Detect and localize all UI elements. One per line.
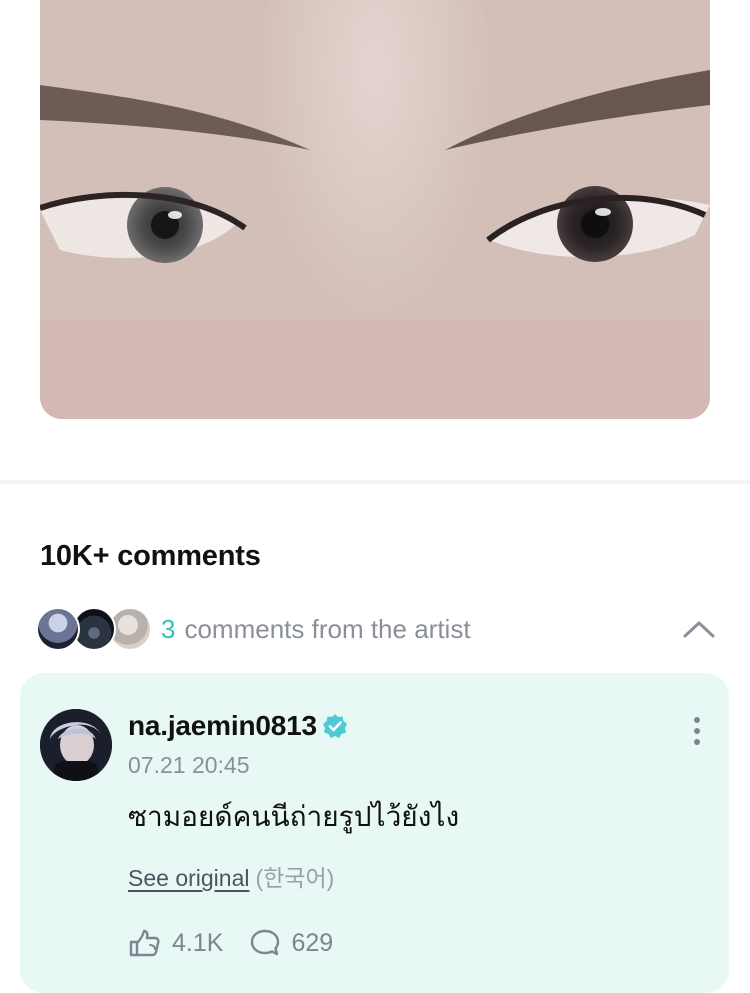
chevron-up-icon bbox=[683, 621, 715, 638]
like-hand-icon bbox=[129, 929, 160, 957]
post-photo[interactable] bbox=[40, 0, 710, 419]
artist-avatar-stack bbox=[36, 606, 152, 652]
post-photo-image bbox=[40, 0, 710, 419]
comment-text: ซามอยด์คนนีถ่ายรูปไว้ยังไง bbox=[128, 800, 460, 833]
collapse-button[interactable] bbox=[682, 614, 716, 644]
artist-comment-count: 3 bbox=[161, 613, 176, 644]
comment-timestamp: 07.21 20:45 bbox=[128, 752, 250, 778]
artist-comment-label: comments from the artist bbox=[184, 613, 471, 644]
artist-comments-summary[interactable]: 3 comments from the artist bbox=[36, 606, 716, 652]
reply-bubble-icon bbox=[251, 929, 280, 956]
section-divider bbox=[0, 480, 750, 484]
more-options-button[interactable] bbox=[689, 717, 705, 751]
verified-badge-icon bbox=[322, 713, 348, 739]
more-vertical-icon bbox=[694, 717, 700, 723]
profile-photo bbox=[40, 709, 112, 781]
original-language: (한국어) bbox=[255, 865, 335, 891]
see-original-link[interactable]: See original bbox=[128, 865, 249, 891]
comment-author-row: na.jaemin0813 bbox=[128, 710, 348, 742]
reply-button[interactable]: 629 bbox=[249, 928, 333, 958]
avatar bbox=[36, 607, 80, 651]
comment-author[interactable]: na.jaemin0813 bbox=[128, 710, 317, 742]
like-button[interactable]: 4.1K bbox=[128, 928, 223, 958]
avatar[interactable] bbox=[40, 709, 112, 781]
like-count: 4.1K bbox=[172, 928, 224, 957]
reply-count: 629 bbox=[291, 928, 334, 957]
see-original-row: See original (한국어) bbox=[128, 859, 334, 893]
comments-title: 10K+ comments bbox=[40, 540, 261, 572]
artist-comment-card[interactable]: na.jaemin0813 07.21 20:45 ซามอยด์คนนีถ่า… bbox=[20, 673, 729, 993]
comment-stats: 4.1K 629 bbox=[128, 928, 333, 958]
